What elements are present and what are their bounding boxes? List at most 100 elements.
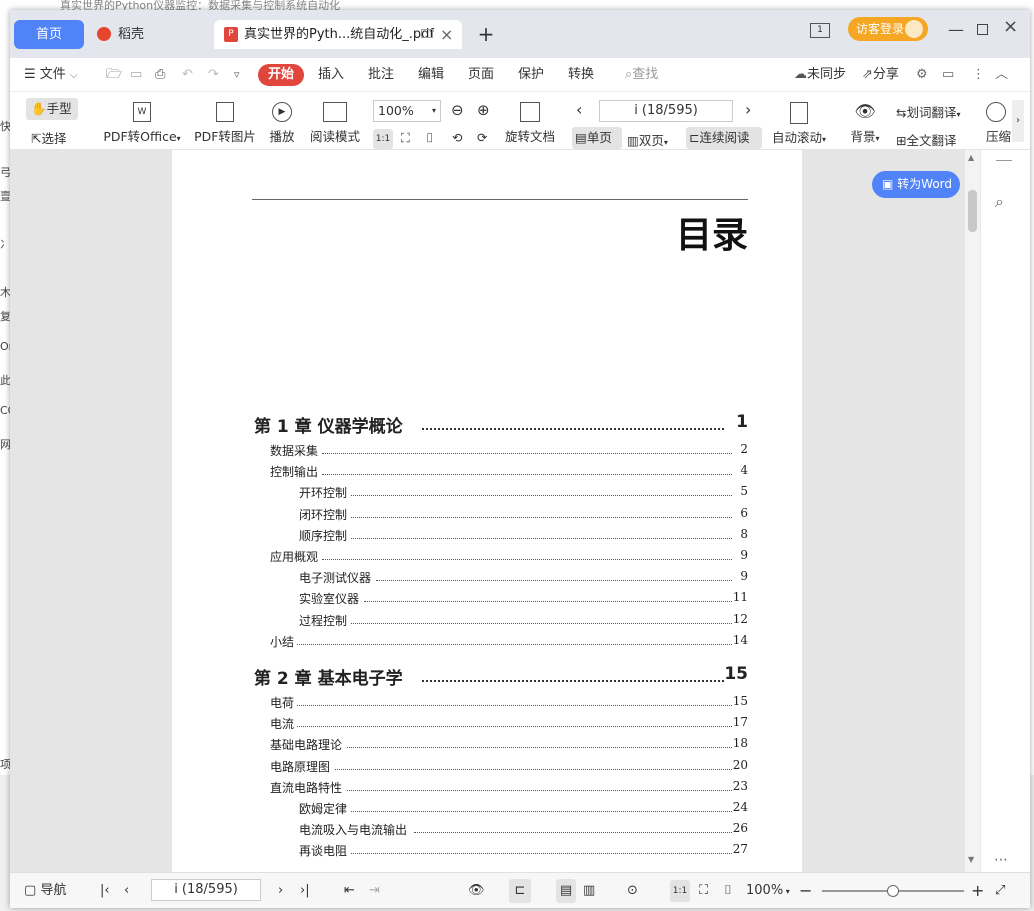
settings-icon[interactable]: ⚙ bbox=[916, 58, 928, 92]
guest-login-button[interactable]: 访客登录 bbox=[848, 17, 928, 41]
double-mode-icon[interactable]: ▥ bbox=[583, 873, 595, 908]
eye-mode-icon[interactable]: 👁 bbox=[468, 873, 485, 908]
zoom-slider[interactable] bbox=[822, 885, 964, 897]
rotate-document-button[interactable]: 旋转文档 bbox=[504, 102, 556, 145]
toc-entry[interactable]: 控制输出 4 bbox=[172, 463, 802, 481]
window-mode-icon[interactable]: 1 bbox=[810, 23, 830, 38]
save-icon[interactable]: ▭ bbox=[130, 58, 142, 92]
status-next-page-icon[interactable]: › bbox=[278, 873, 283, 908]
toc-entry[interactable]: 实验室仪器 11 bbox=[172, 590, 802, 608]
rotate-left-icon[interactable]: ⟲ bbox=[452, 130, 462, 145]
navigation-toggle[interactable]: ▢ 导航 bbox=[24, 873, 66, 908]
tab-home[interactable]: 首页 bbox=[14, 20, 84, 49]
fit-width-icon[interactable]: ⌷ bbox=[426, 130, 434, 146]
double-page-button[interactable]: ▥双页▾ bbox=[627, 130, 668, 149]
scroll-down-arrow[interactable]: ▼ bbox=[968, 855, 974, 864]
word-translate-button[interactable]: ⇆划词翻译▾ bbox=[896, 102, 961, 121]
redo-icon[interactable]: ↷ bbox=[208, 58, 219, 92]
page-number-input[interactable]: i (18/595) bbox=[599, 100, 733, 122]
back-icon[interactable]: ⇤ bbox=[344, 873, 355, 908]
first-page-icon[interactable]: |‹ bbox=[100, 873, 110, 908]
menu-page[interactable]: 页面 bbox=[468, 58, 494, 92]
read-mode-button[interactable]: 阅读模式 bbox=[307, 102, 363, 145]
menu-comment[interactable]: 批注 bbox=[368, 58, 394, 92]
convert-to-word-button[interactable]: ▣ 转为Word bbox=[872, 171, 960, 198]
close-window-icon[interactable]: × bbox=[1003, 16, 1018, 37]
toc-entry[interactable]: 基础电路理论 18 bbox=[172, 736, 802, 754]
forward-icon[interactable]: ⇥ bbox=[369, 873, 380, 908]
play-mode-icon[interactable]: ⊙ bbox=[627, 873, 638, 908]
toc-entry[interactable]: 直流电路特性 23 bbox=[172, 779, 802, 797]
menu-convert[interactable]: 转换 bbox=[568, 58, 594, 92]
last-page-icon[interactable]: ›| bbox=[300, 873, 310, 908]
vertical-scrollbar[interactable]: ▲ ▼ bbox=[965, 150, 980, 872]
toc-entry[interactable]: 小结 14 bbox=[172, 633, 802, 651]
file-menu[interactable]: ☰ 文件 ⌵ bbox=[24, 58, 78, 92]
status-zoom-out-icon[interactable]: − bbox=[799, 873, 812, 908]
actual-size-status-icon[interactable]: 1:1 bbox=[670, 880, 690, 902]
hand-tool-button[interactable]: ✋手型 bbox=[26, 98, 78, 120]
open-folder-icon[interactable]: 🗁 bbox=[106, 58, 122, 92]
pdf-to-office-button[interactable]: W PDF转Office▾ bbox=[102, 102, 182, 145]
maximize-icon[interactable] bbox=[977, 24, 988, 35]
continuous-mode-icon[interactable]: ⊏ bbox=[509, 879, 531, 903]
zoom-out-icon[interactable]: ⊖ bbox=[451, 101, 464, 119]
select-tool-button[interactable]: ⇱选择 bbox=[31, 128, 67, 147]
rotate-right-icon[interactable]: ⟳ bbox=[477, 130, 487, 145]
single-mode-icon[interactable]: ▤ bbox=[556, 879, 576, 903]
comment-icon[interactable]: ▭ bbox=[942, 58, 954, 92]
zoom-select[interactable]: 100% ▾ bbox=[373, 100, 441, 122]
toc-entry[interactable]: 欧姆定律 24 bbox=[172, 800, 802, 818]
tab-daoke[interactable]: 稻壳 bbox=[88, 20, 210, 49]
new-tab-button[interactable]: + bbox=[472, 20, 500, 49]
fit-page-status-icon[interactable]: ⛶ bbox=[699, 873, 708, 908]
toc-entry[interactable]: 应用概观 9 bbox=[172, 548, 802, 566]
scroll-up-arrow[interactable]: ▲ bbox=[968, 153, 974, 162]
toc-chapter[interactable]: 第 1 章 仪器学概论 1 bbox=[172, 412, 802, 437]
fit-page-icon[interactable]: ⛶ bbox=[401, 130, 410, 146]
pdf-to-image-button[interactable]: PDF转图片 bbox=[194, 102, 256, 145]
menu-protect[interactable]: 保护 bbox=[518, 58, 544, 92]
actual-size-icon[interactable]: 1:1 bbox=[373, 129, 393, 149]
menu-start[interactable]: 开始 bbox=[258, 64, 305, 86]
more-icon[interactable]: ⋮ bbox=[972, 58, 985, 92]
zoom-slider-thumb[interactable] bbox=[887, 885, 899, 897]
status-page-input[interactable]: i (18/595) bbox=[151, 879, 261, 901]
menu-edit[interactable]: 编辑 bbox=[418, 58, 444, 92]
status-zoom-in-icon[interactable]: + bbox=[971, 873, 984, 908]
zoom-in-icon[interactable]: ⊕ bbox=[477, 101, 490, 119]
toc-chapter[interactable]: 第 2 章 基本电子学 15 bbox=[172, 664, 802, 689]
unsync-button[interactable]: ☁未同步 bbox=[794, 58, 846, 92]
tab-document[interactable]: P 真实世界的Pyth...统自动化_.pdf × bbox=[214, 20, 462, 49]
scroll-thumb[interactable] bbox=[968, 190, 977, 232]
toc-entry[interactable]: 电子测试仪器 9 bbox=[172, 569, 802, 587]
toc-entry[interactable]: 电流 17 bbox=[172, 715, 802, 733]
status-zoom-select[interactable]: 100% ▾ bbox=[746, 873, 790, 908]
status-prev-page-icon[interactable]: ‹ bbox=[124, 873, 129, 908]
menu-insert[interactable]: 插入 bbox=[318, 58, 344, 92]
minimize-icon[interactable]: — bbox=[948, 20, 964, 39]
toc-entry[interactable]: 数据采集 2 bbox=[172, 442, 802, 460]
fit-width-status-icon[interactable]: ⌷ bbox=[724, 873, 732, 908]
collapse-ribbon-icon[interactable]: ︿ bbox=[995, 58, 1008, 92]
toc-entry[interactable]: 开环控制 5 bbox=[172, 484, 802, 502]
toc-entry[interactable]: 电流吸入与电流输出 26 bbox=[172, 821, 802, 839]
next-page-icon[interactable]: › bbox=[745, 100, 751, 119]
quick-access-dropdown-icon[interactable]: ▿ bbox=[234, 58, 240, 92]
play-button[interactable]: ▶ 播放 bbox=[267, 102, 297, 145]
more-options-icon[interactable]: ⋯ bbox=[994, 852, 1008, 868]
prev-page-icon[interactable]: ‹ bbox=[576, 100, 582, 119]
continuous-read-button[interactable]: ⊏连续阅读 bbox=[686, 127, 762, 149]
undo-icon[interactable]: ↶ bbox=[182, 58, 193, 92]
single-page-button[interactable]: ▤单页 bbox=[572, 127, 622, 149]
full-translate-button[interactable]: ⊞全文翻译 bbox=[896, 130, 957, 149]
toc-entry[interactable]: 过程控制 12 bbox=[172, 612, 802, 630]
toolbar-scroll-right[interactable]: › bbox=[1012, 100, 1024, 142]
print-icon[interactable]: ⎙ bbox=[155, 58, 165, 92]
toc-entry[interactable]: 电荷 15 bbox=[172, 694, 802, 712]
fullscreen-icon[interactable]: ⤢ bbox=[995, 873, 1005, 908]
toc-entry[interactable]: 再谈电阻 27 bbox=[172, 842, 802, 860]
background-button[interactable]: 👁 背景▾ bbox=[846, 102, 884, 145]
toc-entry[interactable]: 闭环控制 6 bbox=[172, 506, 802, 524]
tab-close-icon[interactable]: × bbox=[440, 20, 453, 49]
